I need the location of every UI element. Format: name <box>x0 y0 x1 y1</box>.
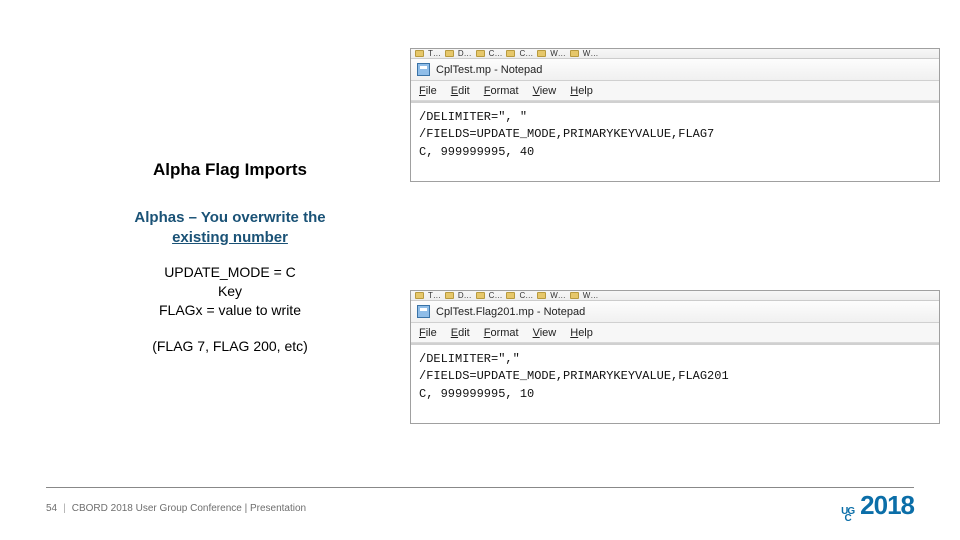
folder-icon <box>476 292 485 299</box>
logo-c: C <box>845 515 851 522</box>
folder-icon <box>570 50 579 57</box>
menu-bar: File Edit Format View Help <box>411 81 939 101</box>
text-area[interactable]: /DELIMITER="," /FIELDS=UPDATE_MODE,PRIMA… <box>411 345 939 423</box>
separator: | <box>63 503 66 514</box>
menu-format[interactable]: Format <box>484 85 519 97</box>
window-title: CplTest.Flag201.mp - Notepad <box>436 306 585 318</box>
frag-label: C… <box>489 49 503 58</box>
notepad-window-bottom: T… D… C… C… W… W… CplTest.Flag201.mp - N… <box>410 290 940 424</box>
subtitle-line2: existing number <box>172 229 288 246</box>
frag-label: W… <box>583 49 599 58</box>
taskbar-fragment: T… D… C… C… W… W… <box>411 49 939 59</box>
text-line: /FIELDS=UPDATE_MODE,PRIMARYKEYVALUE,FLAG… <box>419 369 729 383</box>
folder-icon <box>415 50 424 57</box>
notepad-icon <box>417 305 430 318</box>
frag-label: T… <box>428 49 441 58</box>
menu-format[interactable]: Format <box>484 327 519 339</box>
folder-icon <box>506 292 515 299</box>
taskbar-fragment: T… D… C… C… W… W… <box>411 291 939 301</box>
subtitle-line1: Alphas – You overwrite the <box>134 209 325 226</box>
body-line2: Key <box>218 283 242 299</box>
page-number: 54 <box>46 503 57 514</box>
footer-text: CBORD 2018 User Group Conference | Prese… <box>72 503 306 514</box>
frag-label: W… <box>550 49 566 58</box>
folder-icon <box>445 50 454 57</box>
text-line: C, 999999995, 40 <box>419 145 534 159</box>
logo: UG C 2018 <box>841 490 914 522</box>
menu-bar: File Edit Format View Help <box>411 323 939 343</box>
menu-view[interactable]: View <box>533 327 557 339</box>
menu-help[interactable]: Help <box>570 85 593 97</box>
section-title: Alpha Flag Imports <box>70 160 390 180</box>
frag-label: D… <box>458 49 472 58</box>
body-example: (FLAG 7, FLAG 200, etc) <box>70 338 390 354</box>
menu-view[interactable]: View <box>533 85 557 97</box>
window-titlebar[interactable]: CplTest.mp - Notepad <box>411 59 939 81</box>
body-line3: FLAGx = value to write <box>159 302 301 318</box>
menu-edit[interactable]: Edit <box>451 327 470 339</box>
frag-label: W… <box>583 291 599 300</box>
frag-label: W… <box>550 291 566 300</box>
frag-label: D… <box>458 291 472 300</box>
logo-ugc: UG C <box>841 508 854 522</box>
frag-label: C… <box>519 291 533 300</box>
folder-icon <box>476 50 485 57</box>
footer-divider <box>46 487 914 488</box>
text-line: C, 999999995, 10 <box>419 387 534 401</box>
notepad-icon <box>417 63 430 76</box>
menu-edit[interactable]: Edit <box>451 85 470 97</box>
window-title: CplTest.mp - Notepad <box>436 64 542 76</box>
body-line1: UPDATE_MODE = C <box>164 264 296 280</box>
frag-label: T… <box>428 291 441 300</box>
folder-icon <box>570 292 579 299</box>
logo-year: 2018 <box>860 490 914 521</box>
window-titlebar[interactable]: CplTest.Flag201.mp - Notepad <box>411 301 939 323</box>
footer-left: 54 | CBORD 2018 User Group Conference | … <box>46 503 306 514</box>
folder-icon <box>445 292 454 299</box>
folder-icon <box>415 292 424 299</box>
frag-label: C… <box>489 291 503 300</box>
menu-file[interactable]: File <box>419 327 437 339</box>
section-subtitle: Alphas – You overwrite the existing numb… <box>70 208 390 247</box>
notepad-window-top: T… D… C… C… W… W… CplTest.mp - Notepad F… <box>410 48 940 182</box>
folder-icon <box>537 50 546 57</box>
folder-icon <box>537 292 546 299</box>
text-area[interactable]: /DELIMITER=", " /FIELDS=UPDATE_MODE,PRIM… <box>411 103 939 181</box>
text-line: /FIELDS=UPDATE_MODE,PRIMARYKEYVALUE,FLAG… <box>419 127 714 141</box>
text-line: /DELIMITER="," <box>419 352 520 366</box>
menu-file[interactable]: File <box>419 85 437 97</box>
menu-help[interactable]: Help <box>570 327 593 339</box>
text-line: /DELIMITER=", " <box>419 110 527 124</box>
folder-icon <box>506 50 515 57</box>
body-text: UPDATE_MODE = C Key FLAGx = value to wri… <box>70 263 390 320</box>
frag-label: C… <box>519 49 533 58</box>
